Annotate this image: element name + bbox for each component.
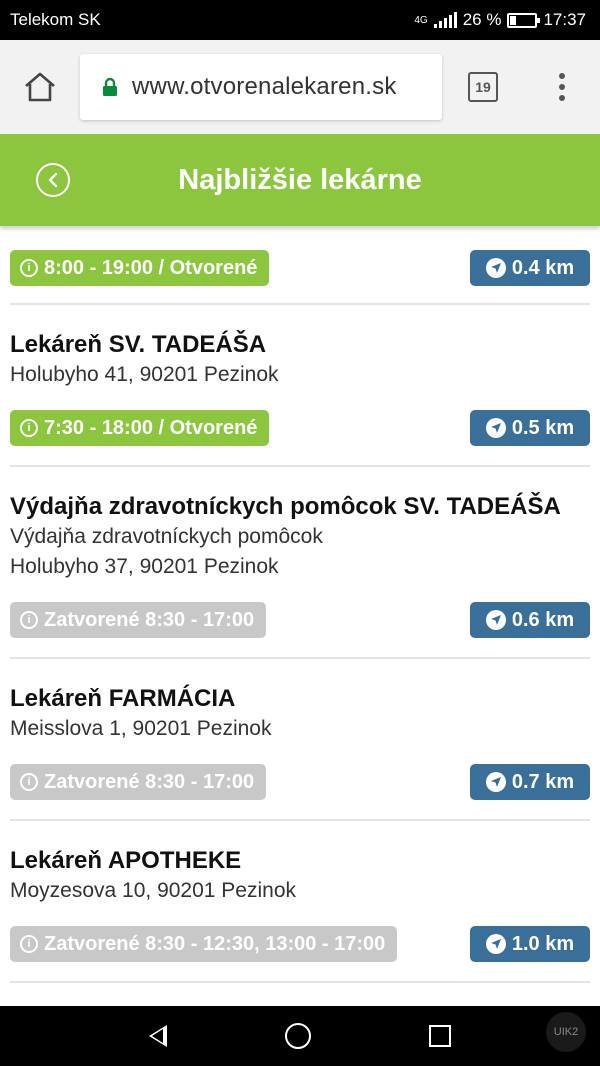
divider	[10, 303, 590, 305]
navigation-arrow-icon	[485, 258, 506, 278]
address-bar[interactable]: www.otvorenalekaren.sk	[80, 54, 442, 120]
distance-button[interactable]: 1.0 km	[470, 926, 590, 962]
navigation-arrow-icon	[485, 934, 506, 954]
overflow-menu-icon	[559, 73, 565, 79]
system-recents-icon[interactable]	[429, 1025, 451, 1047]
battery-percent: 26 %	[462, 10, 502, 29]
distance-button[interactable]: 0.5 km	[470, 410, 590, 446]
navigation-arrow-icon	[485, 610, 506, 630]
distance-button[interactable]: 0.6 km	[470, 602, 590, 638]
url-text: www.otvorenalekaren.sk	[132, 73, 397, 100]
divider	[10, 465, 590, 467]
hours-text: Zatvorené 8:30 - 12:30, 13:00 - 17:00	[44, 932, 386, 955]
pharmacy-name[interactable]: Výdajňa zdravotníckych pomôcok SV. TADEÁ…	[10, 492, 590, 522]
network-type: 4G	[414, 14, 428, 26]
info-icon: i	[20, 935, 38, 953]
status-right: 4G 26 % 17:37	[414, 10, 586, 30]
home-button[interactable]	[0, 71, 80, 103]
divider	[10, 657, 590, 659]
list-item[interactable]: Lekáreň SV. TADEÁŠA Holubyho 41, 90201 P…	[10, 330, 590, 450]
hours-text: 7:30 - 18:00 / Otvorené	[44, 416, 258, 439]
pharmacy-subtitle: Výdajňa zdravotníckych pomôcok	[10, 525, 323, 548]
hours-badge: i Zatvorené 8:30 - 17:00	[10, 764, 267, 800]
back-button[interactable]	[36, 163, 70, 197]
distance-text: 0.7 km	[511, 770, 575, 793]
overflow-menu-button[interactable]	[524, 73, 600, 101]
info-icon: i	[20, 773, 38, 791]
system-nav-bar	[0, 1006, 600, 1066]
pharmacy-name[interactable]: Lekáreň APOTHEKE	[10, 846, 590, 876]
system-home-icon[interactable]	[285, 1023, 311, 1049]
distance-text: 1.0 km	[511, 932, 575, 955]
list-item[interactable]: i 8:00 - 19:00 / Otvorené 0.4 km	[10, 226, 590, 302]
hours-text: Zatvorené 8:30 - 17:00	[44, 770, 255, 793]
page-title: Najbližšie lekárne	[178, 163, 422, 196]
pharmacy-name[interactable]: Lekáreň FARMÁCIA	[10, 684, 590, 714]
pharmacy-address: Meisslova 1, 90201 Pezinok	[10, 717, 272, 740]
pharmacy-list[interactable]: i 8:00 - 19:00 / Otvorené 0.4 km Lekáreň…	[0, 226, 600, 1006]
list-item[interactable]: Lekáreň APOTHEKE Moyzesova 10, 90201 Pez…	[10, 846, 590, 966]
status-bar: Telekom SK 4G 26 % 17:37	[0, 0, 600, 40]
list-item[interactable]: Výdajňa zdravotníckych pomôcok SV. TADEÁ…	[10, 492, 590, 642]
app-header: Najbližšie lekárne	[0, 134, 600, 226]
info-icon: i	[20, 259, 38, 277]
pharmacy-address: Moyzesova 10, 90201 Pezinok	[10, 879, 297, 902]
system-back-icon[interactable]	[149, 1025, 167, 1047]
distance-text: 0.5 km	[511, 416, 575, 439]
pharmacy-name[interactable]: Lekáreň SV. TADEÁŠA	[10, 330, 590, 360]
pharmacy-address: Holubyho 41, 90201 Pezinok	[10, 363, 279, 386]
clock: 17:37	[543, 10, 586, 29]
list-item[interactable]: Lekáreň FARMÁCIA Meisslova 1, 90201 Pezi…	[10, 684, 590, 804]
info-icon: i	[20, 611, 38, 629]
battery-icon	[507, 12, 541, 28]
distance-button[interactable]: 0.7 km	[470, 764, 590, 800]
tabs-icon: 19	[468, 72, 498, 102]
distance-button[interactable]: 0.4 km	[470, 250, 590, 286]
hours-badge: i 7:30 - 18:00 / Otvorené	[10, 410, 270, 446]
watermark-logo: UIK2	[546, 1012, 586, 1052]
navigation-arrow-icon	[485, 418, 506, 438]
distance-text: 0.4 km	[511, 256, 575, 279]
hours-text: Zatvorené 8:30 - 17:00	[44, 608, 255, 631]
divider	[10, 981, 590, 983]
pharmacy-address: Holubyho 37, 90201 Pezinok	[10, 555, 279, 578]
carrier-label: Telekom SK	[10, 10, 101, 29]
signal-icon	[433, 12, 457, 28]
browser-toolbar: www.otvorenalekaren.sk 19	[0, 40, 600, 134]
info-icon: i	[20, 419, 38, 437]
lock-icon	[103, 77, 117, 96]
back-circle-icon	[48, 172, 58, 188]
hours-text: 8:00 - 19:00 / Otvorené	[44, 256, 258, 279]
home-icon	[25, 72, 55, 102]
divider	[10, 819, 590, 821]
hours-badge: i Zatvorené 8:30 - 17:00	[10, 602, 267, 638]
distance-text: 0.6 km	[511, 608, 575, 631]
hours-badge: i 8:00 - 19:00 / Otvorené	[10, 250, 270, 286]
hours-badge: i Zatvorené 8:30 - 12:30, 13:00 - 17:00	[10, 926, 398, 962]
navigation-arrow-icon	[485, 772, 506, 792]
tabs-button[interactable]: 19	[442, 72, 524, 102]
